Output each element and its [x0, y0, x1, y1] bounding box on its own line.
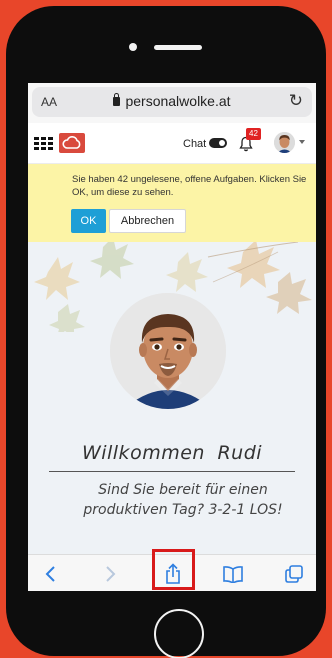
- subtitle-line-1: Sind Sie bereit für einen: [98, 482, 268, 498]
- chat-label: Chat: [183, 138, 207, 150]
- cancel-button[interactable]: Abbrechen: [109, 209, 186, 233]
- user-avatar-large: [110, 293, 226, 409]
- url-text: personalwolke.at: [125, 93, 231, 109]
- url-field[interactable]: AA personalwolke.at ↻: [32, 87, 312, 117]
- tabs-icon: [285, 564, 303, 583]
- banner-message: Sie haben 42 ungelesene, offene Aufgaben…: [72, 174, 307, 198]
- phone-screen: AA personalwolke.at ↻ Chat 42 Sie haben …: [28, 83, 316, 591]
- app-grid-icon[interactable]: [34, 137, 53, 151]
- tabs-button[interactable]: [274, 555, 314, 591]
- home-button[interactable]: [154, 609, 204, 658]
- welcome-section: Willkommen Rudi Sind Sie bereit für eine…: [28, 242, 316, 554]
- lock-icon: [113, 93, 121, 106]
- chevron-down-icon[interactable]: [299, 140, 305, 144]
- browser-toolbar: [28, 549, 316, 591]
- user-avatar[interactable]: [274, 132, 295, 153]
- app-header: Chat 42: [28, 123, 316, 164]
- welcome-subtitle: Sind Sie bereit für einen produktiven Ta…: [48, 480, 316, 520]
- bookmarks-button[interactable]: [213, 555, 253, 591]
- forward-button[interactable]: [91, 555, 131, 591]
- browser-address-bar: AA personalwolke.at ↻: [28, 83, 316, 123]
- back-button[interactable]: [30, 555, 70, 591]
- front-camera: [129, 43, 137, 51]
- divider: [49, 471, 295, 472]
- welcome-heading: Willkommen Rudi: [81, 442, 263, 464]
- ok-button[interactable]: OK: [71, 209, 106, 233]
- earpiece-speaker: [154, 45, 202, 50]
- bookmarks-icon: [223, 565, 243, 583]
- back-icon: [45, 565, 55, 582]
- share-highlight-box: [152, 549, 195, 590]
- notification-banner: Sie haben 42 ungelesene, offene Aufgaben…: [28, 164, 316, 242]
- reload-icon[interactable]: ↻: [289, 91, 303, 111]
- cloud-logo[interactable]: [59, 133, 85, 153]
- url-display[interactable]: personalwolke.at: [32, 93, 312, 109]
- forward-icon: [106, 565, 116, 582]
- chat-toggle[interactable]: [209, 138, 227, 148]
- notification-badge: 42: [246, 128, 261, 140]
- subtitle-line-2: produktiven Tag? 3-2-1 LOS!: [83, 502, 283, 518]
